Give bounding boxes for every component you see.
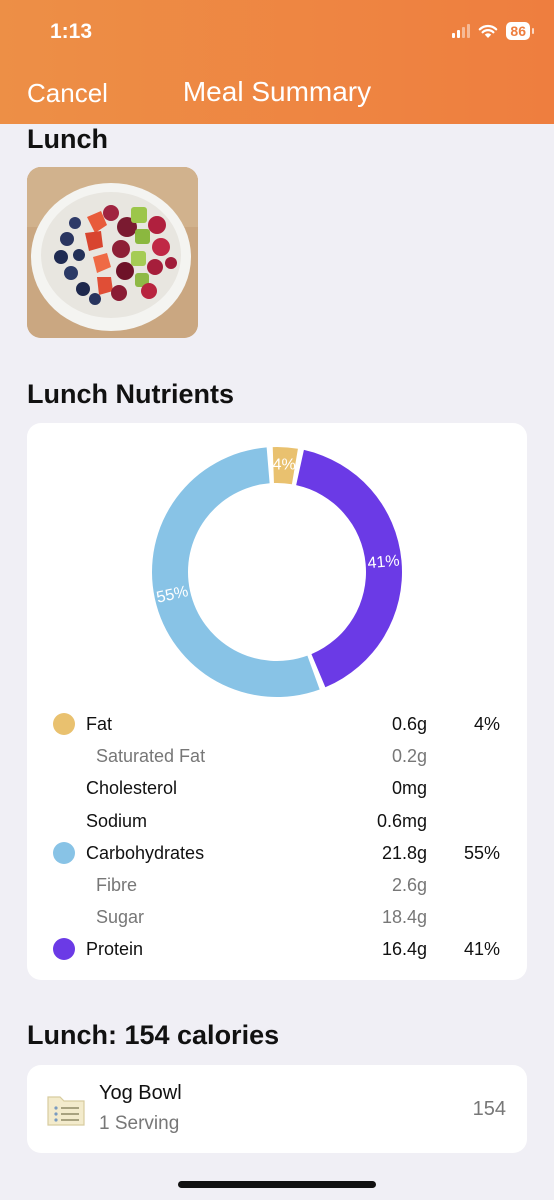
status-icons: 86 xyxy=(452,22,534,40)
meal-photo[interactable] xyxy=(27,167,198,338)
nutrient-amount: 0.2g xyxy=(391,746,427,767)
nutrient-row: Fibre 2.6g xyxy=(27,870,527,900)
calories-title: Lunch: 154 calories xyxy=(27,1020,280,1050)
nutrient-percent: 55% xyxy=(463,842,500,863)
donut-slice-carbohydrates xyxy=(152,447,320,697)
battery-icon: 86 xyxy=(506,22,534,40)
nutrients-card: 4% 41% 55% Fat 0.6g 4% Saturated Fat 0.2g Chole… xyxy=(27,423,527,980)
food-serving: 1 Serving xyxy=(99,1113,180,1134)
nutrient-donut-chart: 4%41%55% xyxy=(152,447,402,697)
nutrient-name: Sugar xyxy=(96,907,145,928)
nutrient-amount: 16.4g xyxy=(381,939,427,960)
header-bar: 1:13 86 Cancel Meal Summary xyxy=(0,0,554,124)
nutrient-amount: 2.6g xyxy=(391,875,427,895)
cellular-signal-icon xyxy=(452,24,471,38)
meal-title: Lunch xyxy=(27,124,108,154)
food-name: Yog Bowl xyxy=(99,1082,182,1104)
nutrient-name: Fat xyxy=(86,714,113,734)
nutrient-name: Saturated Fat xyxy=(96,746,206,767)
nutrient-row: Cholesterol 0mg xyxy=(27,773,527,803)
nutrient-name: Sodium xyxy=(86,810,148,831)
nutrient-row: Saturated Fat 0.2g xyxy=(27,741,527,771)
wifi-icon xyxy=(479,24,498,38)
food-list-icon xyxy=(47,1096,85,1126)
donut-label-fat: 4% xyxy=(273,457,296,474)
nutrient-color-dot xyxy=(53,713,75,735)
nutrient-row: Sugar 18.4g xyxy=(27,902,527,932)
nutrient-color-dot xyxy=(53,841,75,864)
nutrient-name: Fibre xyxy=(96,875,138,895)
home-indicator xyxy=(178,1181,376,1188)
nutrient-name: Cholesterol xyxy=(86,778,178,799)
nutrient-row: Sodium 0.6mg xyxy=(27,806,527,836)
fruit-bowl-image xyxy=(27,167,198,338)
donut-label-protein: 41% xyxy=(367,552,400,572)
food-calories: 154 xyxy=(472,1098,506,1120)
nutrient-percent: 41% xyxy=(463,939,500,960)
nutrient-color-dot xyxy=(53,938,75,961)
nutrient-row: Fat 0.6g 4% xyxy=(27,709,527,739)
nutrient-name: Protein xyxy=(86,939,144,960)
nutrient-name: Carbohydrates xyxy=(86,842,205,863)
nutrient-row: Carbohydrates 21.8g 55% xyxy=(27,838,527,868)
nutrient-amount: 0mg xyxy=(391,778,427,799)
food-item[interactable]: Yog Bowl 1 Serving 154 xyxy=(27,1065,527,1153)
nutrient-amount: 0.6g xyxy=(391,714,427,734)
status-time: 1:13 xyxy=(50,20,93,43)
nutrient-amount: 18.4g xyxy=(381,907,427,928)
nutrients-title: Lunch Nutrients xyxy=(27,379,234,409)
nutrient-amount: 0.6mg xyxy=(376,810,427,831)
nutrient-row: Protein 16.4g 41% xyxy=(27,934,527,964)
nutrient-percent: 4% xyxy=(473,714,500,734)
nutrient-amount: 21.8g xyxy=(381,842,427,863)
page-title: Meal Summary xyxy=(182,76,372,107)
